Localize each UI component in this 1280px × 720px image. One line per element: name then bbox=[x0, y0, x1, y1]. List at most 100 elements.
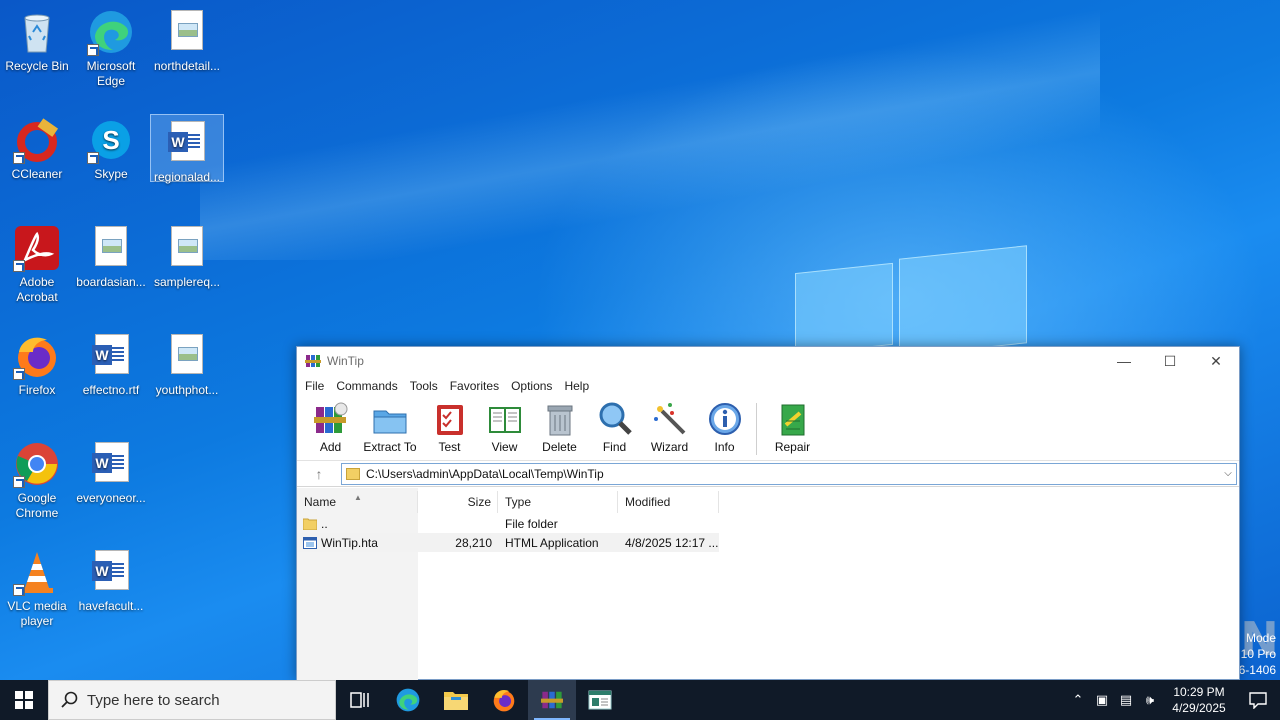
toolbar-label: Add bbox=[319, 440, 342, 454]
volume-icon[interactable]: 🕪 bbox=[1138, 692, 1162, 708]
edge-icon bbox=[396, 688, 420, 712]
path-combobox[interactable]: C:\Users\admin\AppData\Local\Temp\WinTip… bbox=[341, 462, 1237, 485]
search-icon bbox=[61, 691, 78, 708]
notification-icon bbox=[1249, 692, 1267, 709]
desktop-icon-havefacult[interactable]: W havefacult... bbox=[74, 544, 148, 614]
shortcut-arrow-icon bbox=[13, 584, 25, 596]
windows-edition-text: Mode 10 Pro 6-1406 bbox=[1239, 630, 1276, 678]
taskbar-explorer-button[interactable] bbox=[432, 680, 480, 720]
word-doc-icon: W bbox=[87, 548, 135, 596]
desktop-icon-skype[interactable]: S Skype bbox=[74, 112, 148, 182]
desktop-icon-firefox[interactable]: Firefox bbox=[0, 328, 74, 398]
task-view-icon bbox=[350, 692, 369, 708]
info-button[interactable]: Info bbox=[697, 401, 752, 454]
desktop-icon-youthphot[interactable]: youthphot... bbox=[150, 328, 224, 398]
image-file-icon bbox=[163, 8, 211, 56]
desktop-icon-effectno[interactable]: W effectno.rtf bbox=[74, 328, 148, 398]
menu-bar: File Commands Tools Favorites Options He… bbox=[297, 375, 1239, 397]
column-header-type[interactable]: Type bbox=[498, 491, 618, 513]
menu-help[interactable]: Help bbox=[558, 379, 595, 393]
desktop-icon-label: everyoneor... bbox=[76, 491, 146, 505]
up-arrow-icon[interactable]: ↑ bbox=[297, 466, 341, 482]
word-doc-icon: W bbox=[87, 440, 135, 488]
column-header-size[interactable]: Size bbox=[418, 491, 498, 513]
desktop-icon-label: CCleaner bbox=[11, 167, 63, 181]
taskbar-firefox-button[interactable] bbox=[480, 680, 528, 720]
clock[interactable]: 10:29 PM 4/29/2025 bbox=[1162, 684, 1236, 716]
add-button[interactable]: Add bbox=[303, 401, 358, 454]
notification-button[interactable] bbox=[1236, 691, 1280, 709]
find-button[interactable]: Find bbox=[587, 401, 642, 454]
taskbar-edge-button[interactable] bbox=[384, 680, 432, 720]
desktop-icon-everyoneor[interactable]: W everyoneor... bbox=[74, 436, 148, 506]
minimize-button[interactable]: — bbox=[1101, 347, 1147, 375]
repair-button[interactable]: Repair bbox=[765, 401, 820, 454]
taskbar-hta-button[interactable] bbox=[576, 680, 624, 720]
device-icon[interactable]: ▣ bbox=[1090, 692, 1114, 708]
file-explorer-icon bbox=[444, 692, 468, 710]
info-icon bbox=[707, 401, 743, 437]
desktop-icon-label: boardasian... bbox=[76, 275, 146, 289]
desktop-icon-chrome[interactable]: Google Chrome bbox=[0, 436, 74, 521]
toolbar-label: Delete bbox=[542, 440, 577, 454]
desktop-icon-edge[interactable]: Microsoft Edge bbox=[74, 4, 148, 89]
file-modified: 4/8/2025 12:17 ... bbox=[625, 535, 719, 550]
toolbar-label: View bbox=[491, 440, 518, 454]
winrar-app-icon bbox=[541, 691, 563, 709]
toolbar-label: Repair bbox=[774, 440, 811, 454]
file-type: File folder bbox=[505, 516, 558, 531]
desktop-icon-vlc[interactable]: VLC media player bbox=[0, 544, 74, 629]
title-bar[interactable]: WinTip — ☐ ✕ bbox=[297, 347, 1239, 375]
desktop-icon-label: youthphot... bbox=[155, 383, 219, 397]
desktop-icon-ccleaner[interactable]: CCleaner bbox=[0, 112, 74, 182]
magnifier-icon bbox=[597, 401, 633, 437]
chevron-up-icon[interactable]: ⌃ bbox=[1066, 692, 1090, 708]
desktop-icon-acrobat[interactable]: Adobe Acrobat bbox=[0, 220, 74, 305]
menu-file[interactable]: File bbox=[299, 379, 330, 393]
wizard-button[interactable]: Wizard bbox=[642, 401, 697, 454]
windows-logo-icon bbox=[15, 691, 33, 709]
menu-commands[interactable]: Commands bbox=[330, 379, 403, 393]
desktop-icon-recycle-bin[interactable]: Recycle Bin bbox=[0, 4, 74, 74]
menu-tools[interactable]: Tools bbox=[404, 379, 444, 393]
windows-logo-wallpaper bbox=[795, 240, 1030, 357]
desktop-icon-label: Recycle Bin bbox=[5, 59, 69, 73]
network-icon[interactable]: ▤ bbox=[1114, 692, 1138, 708]
winrar-window: WinTip — ☐ ✕ File Commands Tools Favorit… bbox=[296, 346, 1240, 680]
desktop-icon-regionalad[interactable]: W regionalad... bbox=[150, 114, 224, 184]
taskbar-search-box[interactable]: Type here to search bbox=[48, 680, 336, 720]
test-clipboard-icon bbox=[432, 401, 468, 437]
table-row[interactable]: WinTip.hta 28,210 HTML Application 4/8/2… bbox=[297, 533, 719, 552]
image-file-icon bbox=[163, 224, 211, 272]
window-title: WinTip bbox=[327, 354, 364, 368]
menu-options[interactable]: Options bbox=[505, 379, 558, 393]
maximize-button[interactable]: ☐ bbox=[1147, 347, 1193, 375]
test-button[interactable]: Test bbox=[422, 401, 477, 454]
table-row[interactable]: .. File folder bbox=[297, 514, 719, 533]
taskbar-winrar-button[interactable] bbox=[528, 680, 576, 720]
toolbar-label: Info bbox=[714, 440, 735, 454]
desktop-icon-northdetail[interactable]: northdetail... bbox=[150, 4, 224, 74]
desktop-icon-label: Google Chrome bbox=[15, 491, 59, 520]
desktop-icon-label: Adobe Acrobat bbox=[16, 275, 58, 304]
column-header-name[interactable]: ▲ Name bbox=[297, 491, 418, 513]
path-text: C:\Users\admin\AppData\Local\Temp\WinTip bbox=[366, 466, 604, 481]
column-header-modified[interactable]: Modified bbox=[618, 491, 719, 513]
acrobat-icon bbox=[13, 224, 61, 272]
delete-button[interactable]: Delete bbox=[532, 401, 587, 454]
edition-line: 6-1406 bbox=[1238, 663, 1276, 677]
close-button[interactable]: ✕ bbox=[1193, 347, 1239, 375]
extract-to-button[interactable]: Extract To bbox=[358, 401, 422, 454]
menu-favorites[interactable]: Favorites bbox=[444, 379, 505, 393]
start-button[interactable] bbox=[0, 680, 48, 720]
edition-line: 10 Pro bbox=[1240, 647, 1276, 661]
firefox-icon bbox=[493, 690, 515, 712]
desktop-icon-boardasian[interactable]: boardasian... bbox=[74, 220, 148, 290]
desktop-icon-samplereq[interactable]: samplereq... bbox=[150, 220, 224, 290]
view-button[interactable]: View bbox=[477, 401, 532, 454]
hta-window-icon bbox=[588, 690, 612, 710]
task-view-button[interactable] bbox=[336, 680, 384, 720]
desktop-icon-label: havefacult... bbox=[78, 599, 144, 613]
word-doc-icon: W bbox=[87, 332, 135, 380]
chevron-down-icon[interactable]: ⌵ bbox=[1220, 468, 1236, 479]
